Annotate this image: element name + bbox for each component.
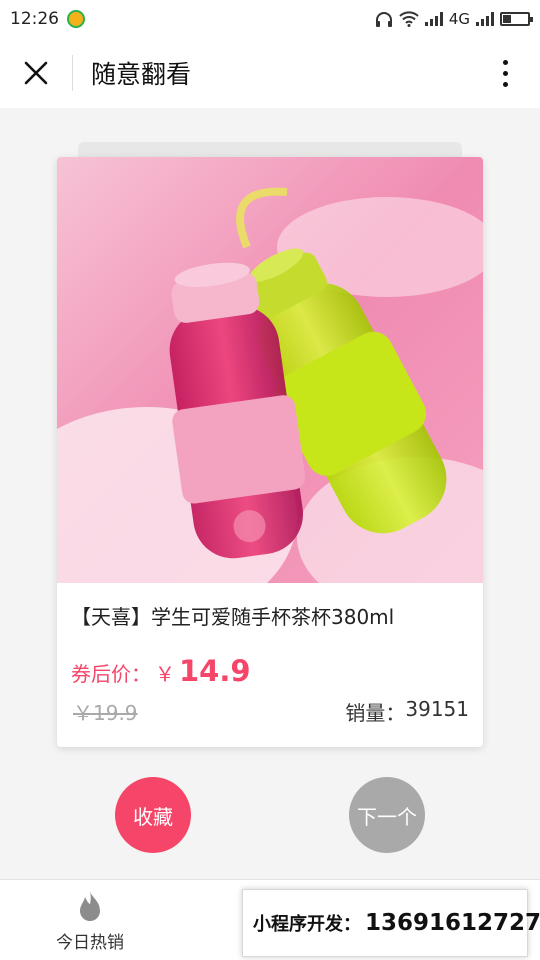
nav-bar: 随意翻看 [0, 38, 540, 108]
more-button[interactable] [470, 38, 540, 108]
battery-icon [500, 12, 533, 26]
signal-icon-secondary [476, 12, 494, 26]
product-card[interactable]: 【天喜】学生可爱随手杯茶杯380ml 券后价： ￥ 14.9 ￥19.9 销量：… [57, 157, 483, 747]
network-type: 4G [448, 10, 470, 28]
page-title: 随意翻看 [91, 60, 192, 89]
currency-symbol: ￥ [155, 662, 175, 686]
wifi-icon [399, 11, 419, 27]
close-icon [24, 61, 48, 85]
status-time: 12:26 [10, 9, 59, 29]
sales-value: 39151 [405, 697, 469, 721]
price-value: 14.9 [179, 654, 251, 688]
flame-icon [80, 891, 100, 921]
status-bar: 12:26 4G [0, 0, 540, 38]
price-label: 券后价： [71, 662, 151, 686]
promo-banner[interactable]: 小程序开发： 13691612727 [242, 889, 540, 957]
next-button[interactable]: 下一个 [349, 777, 425, 853]
close-button[interactable] [0, 38, 72, 108]
promo-label: 小程序开发： [253, 914, 361, 935]
tab-hot-sales[interactable]: 今日热销 [35, 880, 145, 960]
status-icons: 4G [375, 10, 533, 28]
sales-count: 销量： 39151 [345, 697, 469, 726]
original-price: ￥19.9 [73, 701, 138, 725]
headphones-icon [375, 12, 392, 27]
more-vertical-icon [502, 59, 508, 65]
price-row: 券后价： ￥ 14.9 [71, 654, 251, 688]
nav-divider [72, 55, 73, 91]
tab-label: 今日热销 [56, 933, 124, 953]
app-notification-icon [67, 10, 85, 28]
product-image[interactable] [57, 157, 483, 583]
sales-label: 销量： [345, 701, 406, 725]
promo-phone: 13691612727 [365, 910, 540, 936]
product-title: 【天喜】学生可爱随手杯茶杯380ml [71, 605, 395, 629]
signal-icon [424, 12, 443, 26]
favorite-button[interactable]: 收藏 [115, 777, 191, 853]
